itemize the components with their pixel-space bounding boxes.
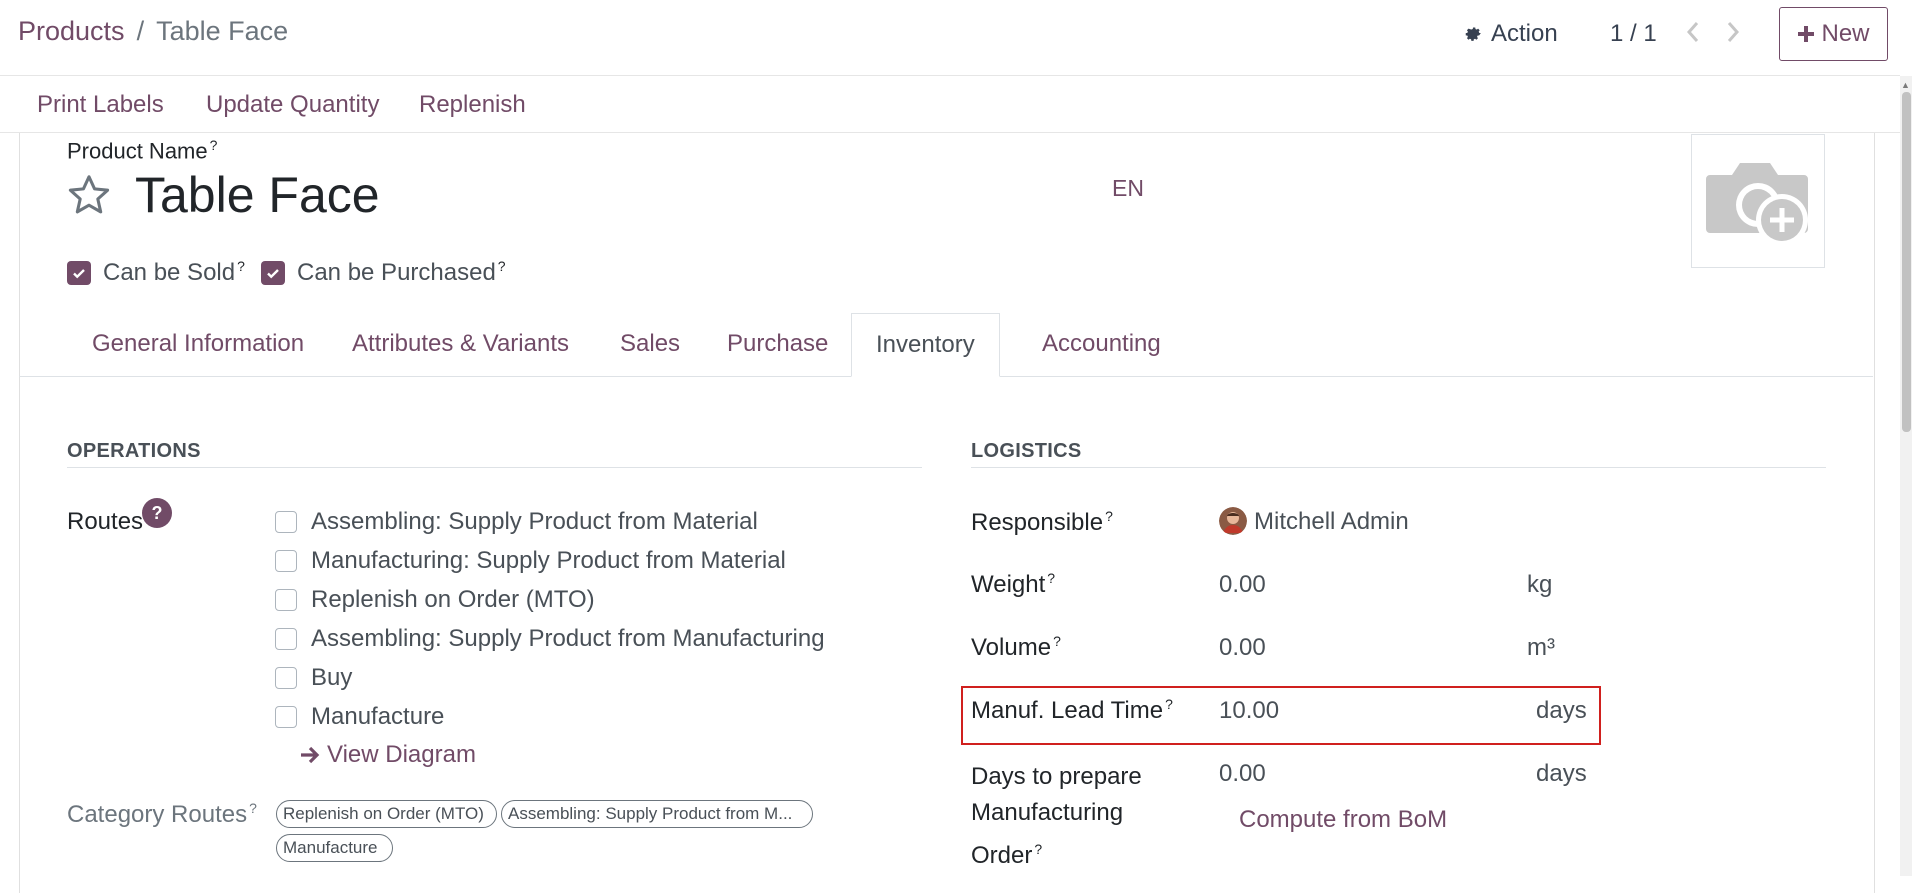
route-item[interactable]: Replenish on Order (MTO) — [275, 586, 595, 614]
check-icon — [267, 268, 279, 278]
action-menu-button[interactable]: Action — [1463, 20, 1558, 48]
star-icon[interactable] — [66, 172, 112, 218]
can-be-purchased-checkbox[interactable] — [261, 260, 285, 285]
route-item[interactable]: Buy — [275, 664, 352, 692]
days-to-prepare-label: Days to prepare Manufacturing Order? — [971, 763, 1142, 869]
category-routes-label: Category Routes? — [67, 800, 257, 828]
breadcrumb-current: Table Face — [156, 16, 289, 46]
weight-unit: kg — [1527, 571, 1553, 598]
days-to-prepare-unit: days — [1536, 760, 1587, 787]
route-item[interactable]: Assembling: Supply Product from Manufact… — [275, 625, 825, 653]
can-be-sold-label: Can be Sold? — [103, 258, 245, 286]
action-label: Action — [1491, 20, 1558, 47]
compute-from-bom-button[interactable]: Compute from BoM — [1239, 806, 1447, 834]
can-be-purchased-row: Can be Purchased? — [261, 258, 506, 287]
update-quantity-button[interactable]: Update Quantity — [206, 91, 379, 119]
tab-purchase[interactable]: Purchase — [703, 313, 852, 375]
view-diagram-label: View Diagram — [327, 741, 476, 768]
route-label: Manufacture — [311, 703, 445, 730]
responsible-label: Responsible? — [971, 508, 1113, 536]
can-be-purchased-label: Can be Purchased? — [297, 258, 506, 286]
category-route-tag: Manufacture — [276, 834, 393, 862]
scroll-up-icon[interactable]: ▲ — [1901, 80, 1910, 90]
route-label: Replenish on Order (MTO) — [311, 586, 595, 613]
route-checkbox[interactable] — [275, 550, 297, 572]
category-route-tag: Assembling: Supply Product from M... — [501, 800, 813, 828]
view-diagram-button[interactable]: View Diagram — [299, 741, 476, 769]
category-route-tag: Replenish on Order (MTO) — [276, 800, 497, 828]
product-name-field[interactable]: Table Face — [135, 166, 380, 224]
manuf-lead-time-input[interactable]: 10.00 — [1219, 697, 1279, 725]
new-label: New — [1821, 20, 1870, 47]
route-checkbox[interactable] — [275, 589, 297, 611]
volume-input[interactable]: 0.00 — [1219, 634, 1266, 662]
check-icon — [73, 268, 85, 278]
language-toggle[interactable]: EN — [1112, 175, 1144, 202]
plus-icon — [1798, 26, 1815, 42]
operations-section-title: OPERATIONS — [67, 440, 201, 462]
control-panel: Products / Table Face Action 1 / 1 New — [0, 0, 1900, 76]
route-checkbox[interactable] — [275, 706, 297, 728]
replenish-button[interactable]: Replenish — [419, 91, 526, 119]
chevron-left-icon[interactable] — [1685, 20, 1701, 51]
can-be-sold-checkbox[interactable] — [67, 260, 91, 285]
tab-accounting[interactable]: Accounting — [1018, 313, 1185, 375]
manuf-lead-time-unit: days — [1536, 697, 1587, 724]
scrollbar-thumb[interactable] — [1902, 92, 1911, 432]
notebook-tabs: General Information Attributes & Variant… — [19, 313, 1873, 377]
product-image-upload[interactable] — [1691, 134, 1825, 268]
tab-attributes-variants[interactable]: Attributes & Variants — [328, 313, 593, 375]
weight-label: Weight? — [971, 570, 1056, 598]
routes-label: Routes — [67, 508, 144, 535]
route-item[interactable]: Assembling: Supply Product from Material — [275, 508, 758, 536]
can-be-sold-row: Can be Sold? — [67, 258, 245, 287]
chevron-right-icon[interactable] — [1725, 20, 1741, 51]
routes-help-icon[interactable]: ? — [142, 498, 172, 528]
responsible-value[interactable]: Mitchell Admin — [1254, 508, 1409, 536]
route-label: Buy — [311, 664, 353, 691]
route-label: Manufacturing: Supply Product from Mater… — [311, 547, 786, 574]
avatar — [1219, 507, 1247, 535]
breadcrumb-products-link[interactable]: Products — [18, 16, 125, 46]
product-name-label: Product Name? — [67, 137, 218, 164]
manuf-lead-time-label: Manuf. Lead Time? — [971, 696, 1173, 724]
logistics-divider — [971, 467, 1826, 468]
route-checkbox[interactable] — [275, 628, 297, 650]
route-label: Assembling: Supply Product from Manufact… — [311, 625, 825, 652]
pager-value[interactable]: 1 / 1 — [1610, 20, 1657, 48]
days-to-prepare-input[interactable]: 0.00 — [1219, 760, 1266, 788]
new-button[interactable]: New — [1779, 7, 1888, 61]
route-item[interactable]: Manufacture — [275, 703, 444, 731]
tab-sales[interactable]: Sales — [596, 313, 704, 375]
tab-general-information[interactable]: General Information — [68, 313, 328, 375]
tab-inventory[interactable]: Inventory — [851, 313, 1000, 377]
route-checkbox[interactable] — [275, 511, 297, 533]
breadcrumb: Products / Table Face — [18, 16, 288, 47]
route-label: Assembling: Supply Product from Material — [311, 508, 758, 535]
route-checkbox[interactable] — [275, 667, 297, 689]
logistics-section-title: LOGISTICS — [971, 440, 1082, 462]
volume-unit: m³ — [1527, 634, 1555, 661]
route-item[interactable]: Manufacturing: Supply Product from Mater… — [275, 547, 786, 575]
add-camera-icon — [1706, 163, 1808, 246]
operations-divider — [67, 467, 922, 468]
print-labels-button[interactable]: Print Labels — [37, 91, 164, 119]
action-toolbar: Print Labels Update Quantity Replenish — [0, 76, 1900, 133]
weight-input[interactable]: 0.00 — [1219, 571, 1266, 599]
gear-icon — [1465, 27, 1481, 41]
volume-label: Volume? — [971, 633, 1061, 661]
arrow-right-icon — [301, 746, 320, 764]
breadcrumb-separator: / — [136, 16, 145, 46]
